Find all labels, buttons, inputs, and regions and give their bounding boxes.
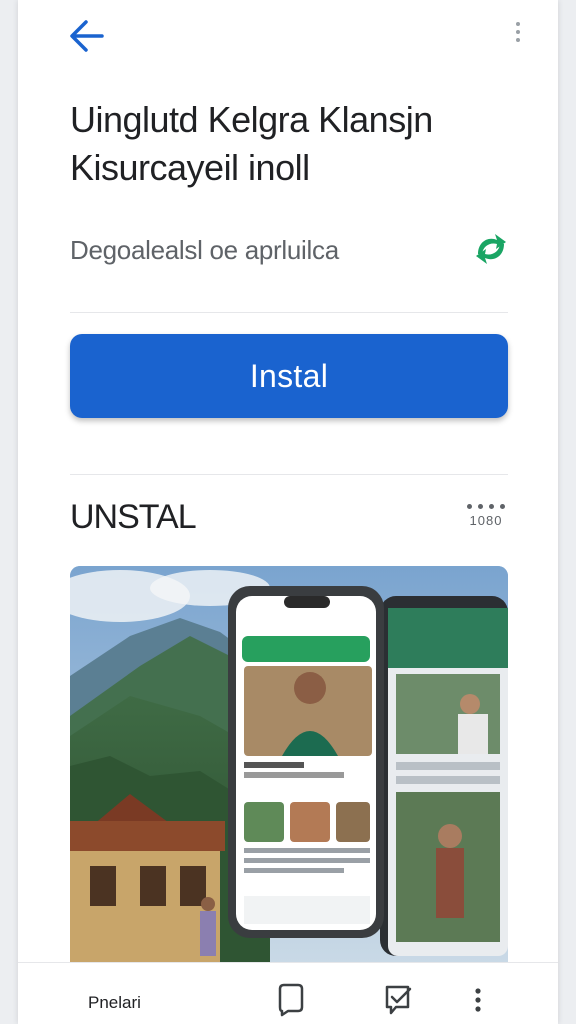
bottom-bar: Pnelari	[18, 962, 558, 1024]
app-title-line2: Kisurcayeil inoll	[70, 147, 310, 188]
section-more-button[interactable]: 1080	[458, 504, 514, 538]
top-app-bar	[18, 0, 558, 72]
app-developer: Degoalealsl oe aprluilca	[70, 235, 339, 265]
screenshot-carousel[interactable]	[70, 566, 508, 962]
section-title: UNSTAL	[70, 498, 197, 536]
checklist-icon	[385, 985, 412, 1015]
more-vert-icon	[506, 22, 530, 42]
checklist-button[interactable]	[382, 981, 416, 1017]
app-title-line1: Uinglutd Kelgra Klansjn	[70, 99, 433, 140]
bottom-more-button[interactable]	[466, 981, 490, 1017]
section-count: 1080	[469, 513, 503, 528]
bottom-bar-label[interactable]: Pnelari	[88, 993, 141, 1013]
more-horiz-icon	[458, 504, 514, 509]
app-title: Uinglutd Kelgra Klansjn Kisurcayeil inol…	[70, 96, 510, 192]
divider	[70, 474, 508, 475]
install-button[interactable]: Instal	[70, 334, 508, 418]
app-page: Uinglutd Kelgra Klansjn Kisurcayeil inol…	[18, 0, 558, 1024]
more-vert-icon	[475, 988, 481, 1012]
more-options-button[interactable]	[506, 18, 530, 54]
bookmark-icon	[278, 983, 304, 1017]
back-arrow-icon	[70, 20, 104, 52]
share-icon	[476, 234, 506, 264]
share-button[interactable]	[470, 228, 512, 270]
bookmark-button[interactable]	[274, 981, 308, 1017]
divider	[70, 312, 508, 313]
back-button[interactable]	[64, 14, 108, 58]
app-screenshot	[70, 566, 508, 962]
